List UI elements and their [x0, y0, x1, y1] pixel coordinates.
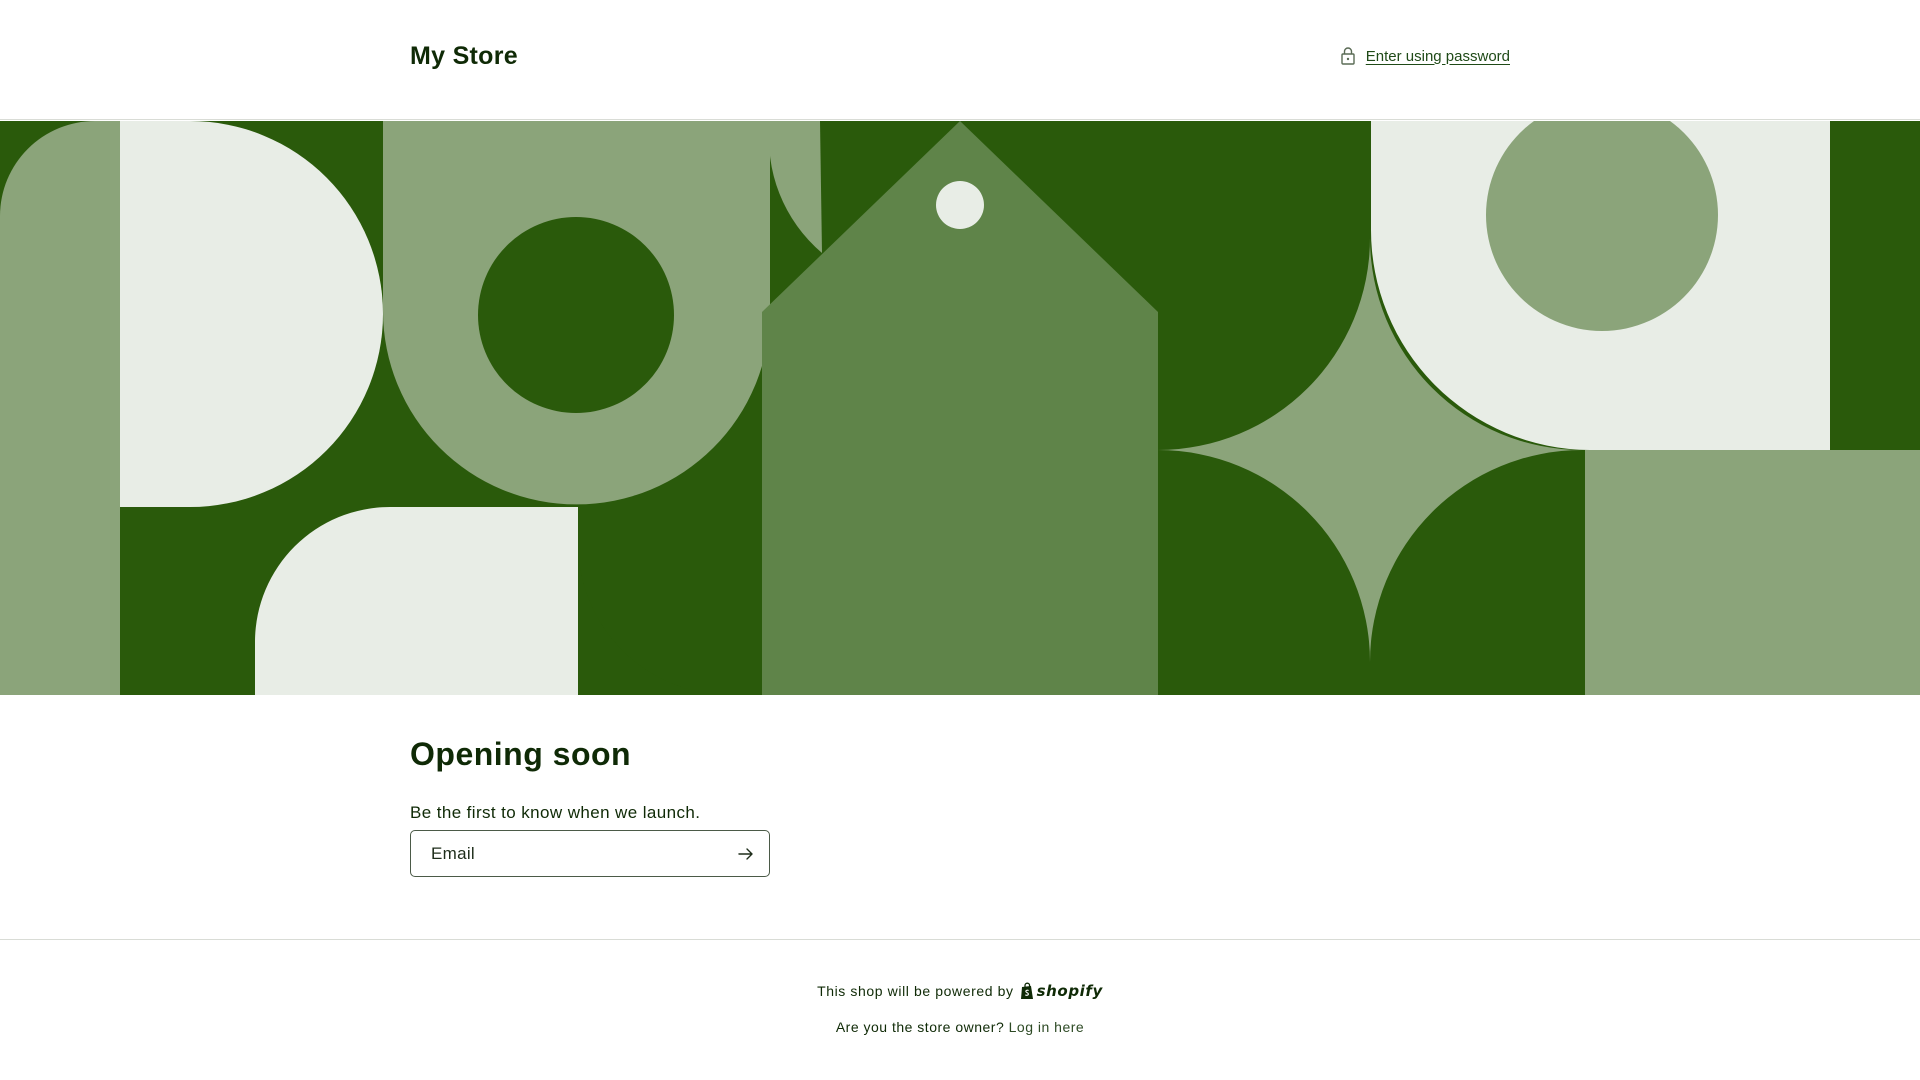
page-heading: Opening soon	[410, 736, 632, 772]
enter-password-label: Enter using password	[1365, 47, 1510, 65]
email-input[interactable]	[411, 831, 721, 876]
powered-by-line: This shop will be powered by shopify	[0, 982, 1920, 1000]
signup-subtext: Be the first to know when we launch.	[410, 803, 701, 822]
email-signup-form	[410, 830, 770, 877]
tag-hole	[936, 181, 984, 229]
site-footer: This shop will be powered by shopify Are…	[0, 939, 1920, 1080]
shopify-logo[interactable]: shopify	[1020, 982, 1103, 1000]
sage-corner-block	[1585, 450, 1920, 695]
hero-banner	[0, 121, 1920, 695]
submit-email-button[interactable]	[723, 831, 769, 876]
arrow-right-icon	[738, 847, 753, 860]
enter-password-link[interactable]: Enter using password	[1340, 46, 1510, 66]
banner-illustration	[0, 121, 1920, 695]
left-sage-arch	[0, 121, 120, 695]
powered-by-text: This shop will be powered by	[817, 983, 1014, 999]
store-title[interactable]: My Store	[410, 42, 518, 71]
lock-icon	[1341, 47, 1355, 65]
site-header: My Store Enter using password	[0, 0, 1920, 120]
main-content: Opening soon Be the first to know when w…	[410, 736, 1110, 877]
owner-login-line: Are you the store owner? Log in here	[0, 1019, 1920, 1035]
login-link[interactable]: Log in here	[1009, 1019, 1085, 1035]
owner-question: Are you the store owner?	[835, 1019, 1005, 1035]
shopify-wordmark: shopify	[1036, 982, 1103, 1000]
shopify-bag-icon	[1020, 982, 1033, 999]
dark-circle	[478, 217, 674, 413]
